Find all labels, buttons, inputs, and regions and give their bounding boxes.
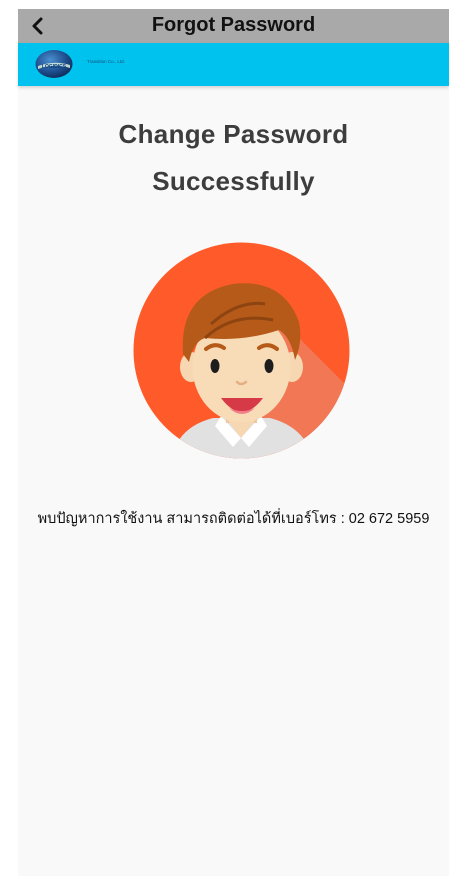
success-heading-line-1: Change Password — [118, 119, 349, 149]
svg-text:LOGIDICS: LOGIDICS — [42, 64, 67, 70]
success-heading-line-2: Successfully — [152, 166, 315, 196]
page-title: Forgot Password — [151, 14, 316, 36]
title-bar: Forgot Password — [18, 9, 449, 43]
support-contact-text: พบปัญหาการใช้งาน สามารถติดต่อได้ที่เบอร์… — [37, 511, 430, 527]
company-logo: LOGIDICS Transition Co., Ltd. — [34, 48, 134, 80]
company-name: Transition Co., Ltd. — [87, 59, 125, 64]
user-avatar-icon — [133, 242, 350, 459]
app-screen: Forgot Password LOGIDICS Transition Co.,… — [18, 9, 449, 876]
chevron-left-icon — [26, 13, 52, 39]
globe-logo-icon: LOGIDICS — [35, 50, 73, 78]
back-button[interactable] — [26, 13, 52, 39]
brand-banner: LOGIDICS Transition Co., Ltd. — [18, 43, 449, 86]
